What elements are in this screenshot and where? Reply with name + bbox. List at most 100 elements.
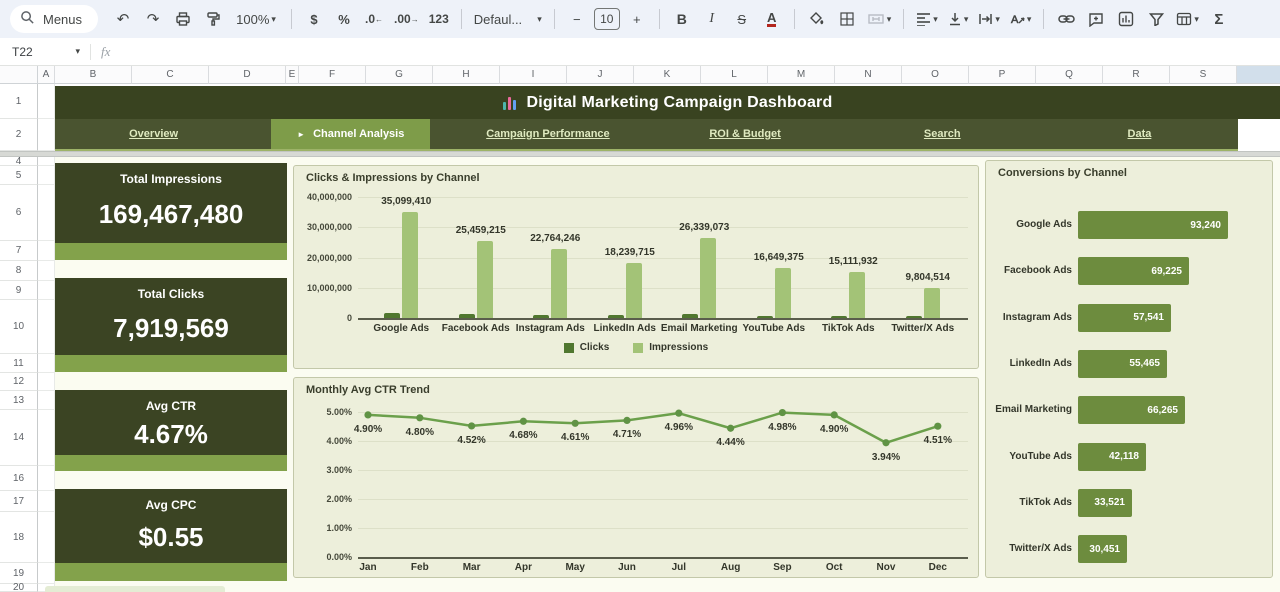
column-a-cell[interactable] bbox=[38, 466, 55, 491]
column-header-N[interactable]: N bbox=[835, 66, 902, 84]
table-tools-button[interactable]: ▾ bbox=[1173, 6, 1202, 32]
italic-button[interactable]: I bbox=[699, 6, 725, 32]
row-header-10[interactable]: 10 bbox=[0, 300, 38, 354]
column-a-cell[interactable] bbox=[38, 491, 55, 512]
conversions-chart-panel[interactable]: Conversions by Channel Google Ads93,240F… bbox=[985, 160, 1273, 578]
zoom-select[interactable]: 100%▾ bbox=[230, 6, 282, 32]
column-a-cell[interactable] bbox=[38, 241, 55, 261]
format-percent-button[interactable]: % bbox=[331, 6, 357, 32]
column-a-cell[interactable] bbox=[38, 185, 55, 241]
column-a-cell[interactable] bbox=[38, 512, 55, 563]
column-header-B[interactable]: B bbox=[55, 66, 132, 84]
column-header-K[interactable]: K bbox=[634, 66, 701, 84]
kpi-card-total-clicks[interactable]: Total Clicks7,919,569 bbox=[55, 278, 287, 372]
merge-cells-button[interactable]: ▾ bbox=[864, 6, 895, 32]
undo-button[interactable]: ↶ bbox=[110, 6, 136, 32]
clicks-impressions-chart-panel[interactable]: Clicks & Impressions by Channel 40,000,0… bbox=[293, 165, 979, 369]
column-a-cell[interactable] bbox=[38, 261, 55, 281]
column-a-cell[interactable] bbox=[38, 157, 55, 166]
horizontal-align-button[interactable]: ▾ bbox=[913, 6, 941, 32]
column-a-cell[interactable] bbox=[38, 391, 55, 410]
increase-decimal-button[interactable]: .00→ bbox=[391, 6, 422, 32]
column-header-R[interactable]: R bbox=[1103, 66, 1170, 84]
column-header-D[interactable]: D bbox=[209, 66, 286, 84]
column-a-cell[interactable] bbox=[38, 166, 55, 185]
column-header-F[interactable]: F bbox=[299, 66, 366, 84]
row-header-2[interactable]: 2 bbox=[0, 119, 38, 151]
redo-button[interactable]: ↷ bbox=[140, 6, 166, 32]
column-header-M[interactable]: M bbox=[768, 66, 835, 84]
column-header-H[interactable]: H bbox=[433, 66, 500, 84]
tab-roi-budget[interactable]: ROI & Budget bbox=[647, 119, 844, 149]
format-currency-button[interactable]: $ bbox=[301, 6, 327, 32]
row-header-8[interactable]: 8 bbox=[0, 261, 38, 281]
column-a-cell[interactable] bbox=[38, 84, 55, 119]
row-header-12[interactable]: 12 bbox=[0, 373, 38, 391]
paint-format-button[interactable] bbox=[200, 6, 226, 32]
strikethrough-button[interactable]: S bbox=[729, 6, 755, 32]
column-header-selected-highlight[interactable] bbox=[1237, 66, 1280, 84]
column-header-C[interactable]: C bbox=[132, 66, 209, 84]
fill-color-button[interactable] bbox=[804, 6, 830, 32]
row-header-7[interactable]: 7 bbox=[0, 241, 38, 261]
row-header-1[interactable]: 1 bbox=[0, 84, 38, 119]
text-color-button[interactable]: A bbox=[759, 6, 785, 32]
decrease-font-size-button[interactable]: − bbox=[564, 6, 590, 32]
row-header-17[interactable]: 17 bbox=[0, 491, 38, 512]
column-a-cell[interactable] bbox=[38, 281, 55, 300]
row-header-6[interactable]: 6 bbox=[0, 185, 38, 241]
column-header-J[interactable]: J bbox=[567, 66, 634, 84]
bold-button[interactable]: B bbox=[669, 6, 695, 32]
name-box[interactable]: T22 ▾ bbox=[0, 45, 80, 59]
tab-search[interactable]: Search bbox=[844, 119, 1041, 149]
column-a-cell[interactable] bbox=[38, 563, 55, 584]
kpi-card-avg-ctr[interactable]: Avg CTR4.67% bbox=[55, 390, 287, 471]
row-header-11[interactable]: 11 bbox=[0, 354, 38, 373]
kpi-card-avg-cpc[interactable]: Avg CPC$0.55 bbox=[55, 489, 287, 581]
column-header-Q[interactable]: Q bbox=[1036, 66, 1103, 84]
column-header-L[interactable]: L bbox=[701, 66, 768, 84]
column-a-cell[interactable] bbox=[38, 119, 55, 151]
row-header-19[interactable]: 19 bbox=[0, 563, 38, 584]
column-header-G[interactable]: G bbox=[366, 66, 433, 84]
kpi-card-total-impressions[interactable]: Total Impressions169,467,480 bbox=[55, 163, 287, 260]
print-button[interactable] bbox=[170, 6, 196, 32]
column-header-I[interactable]: I bbox=[500, 66, 567, 84]
row-header-20[interactable]: 20 bbox=[0, 584, 38, 592]
row-header-9[interactable]: 9 bbox=[0, 281, 38, 300]
more-formats-button[interactable]: 123 bbox=[426, 6, 452, 32]
functions-button[interactable]: Σ bbox=[1206, 6, 1232, 32]
row-header-14[interactable]: 14 bbox=[0, 410, 38, 466]
row-header-13[interactable]: 13 bbox=[0, 391, 38, 410]
row-header-4[interactable]: 4 bbox=[0, 157, 38, 166]
column-a-cell[interactable] bbox=[38, 354, 55, 373]
insert-comment-button[interactable] bbox=[1083, 6, 1109, 32]
insert-link-button[interactable] bbox=[1053, 6, 1079, 32]
row-header-16[interactable]: 16 bbox=[0, 466, 38, 491]
decrease-decimal-button[interactable]: .0← bbox=[361, 6, 387, 32]
column-a-cell[interactable] bbox=[38, 300, 55, 354]
tab-channel-analysis[interactable]: ►Channel Analysis bbox=[252, 119, 449, 149]
column-header-P[interactable]: P bbox=[969, 66, 1036, 84]
font-size-input[interactable]: 10 bbox=[594, 8, 620, 30]
borders-button[interactable] bbox=[834, 6, 860, 32]
tab-campaign-performance[interactable]: Campaign Performance bbox=[449, 119, 646, 149]
tab-data[interactable]: Data bbox=[1041, 119, 1238, 149]
column-header-O[interactable]: O bbox=[902, 66, 969, 84]
column-header-E[interactable]: E bbox=[286, 66, 299, 84]
insert-chart-button[interactable] bbox=[1113, 6, 1139, 32]
row-header-5[interactable]: 5 bbox=[0, 166, 38, 185]
vertical-align-button[interactable]: ▾ bbox=[945, 6, 972, 32]
text-rotation-button[interactable]: A ▾ bbox=[1007, 6, 1035, 32]
column-header-A[interactable]: A bbox=[38, 66, 55, 84]
menus-search-pill[interactable]: Menus bbox=[10, 5, 98, 33]
column-a-cell[interactable] bbox=[38, 410, 55, 466]
text-wrapping-button[interactable]: ▾ bbox=[975, 6, 1003, 32]
ctr-trend-chart-panel[interactable]: Monthly Avg CTR Trend 5.00%4.00%3.00%2.0… bbox=[293, 377, 979, 578]
create-filter-button[interactable] bbox=[1143, 6, 1169, 32]
tab-overview[interactable]: Overview bbox=[55, 119, 252, 149]
column-header-S[interactable]: S bbox=[1170, 66, 1237, 84]
increase-font-size-button[interactable]: + bbox=[624, 6, 650, 32]
row-header-18[interactable]: 18 bbox=[0, 512, 38, 563]
select-all-corner[interactable] bbox=[0, 66, 38, 84]
